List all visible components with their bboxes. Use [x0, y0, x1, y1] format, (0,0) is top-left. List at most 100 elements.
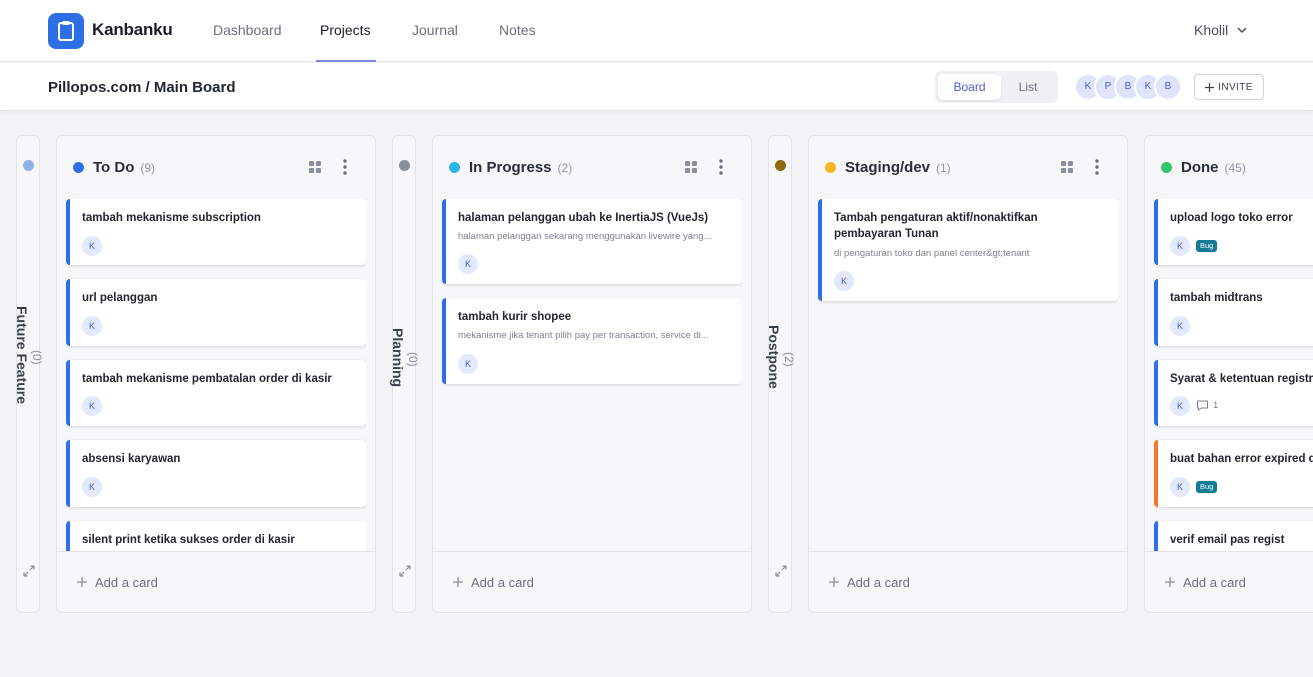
add-card-button[interactable]: Add a card: [57, 551, 375, 612]
add-card-label: Add a card: [1183, 574, 1246, 590]
top-navbar: Kanbanku Dashboard Projects Journal Note…: [0, 0, 1313, 62]
task-card[interactable]: buat bahan error expired dan K Bug: [1154, 440, 1313, 507]
task-card[interactable]: tambah midtrans K: [1154, 279, 1313, 346]
plus-icon: [1205, 82, 1215, 92]
plus-icon: [1165, 577, 1175, 587]
column-color-dot: [399, 160, 410, 171]
more-vertical-icon[interactable]: [342, 158, 348, 176]
add-card-button[interactable]: Add a card: [809, 551, 1127, 612]
task-card[interactable]: absensi karyawan K: [66, 440, 366, 507]
column-count: (2): [557, 161, 573, 175]
task-card[interactable]: tambah mekanisme pembatalan order di kas…: [66, 360, 366, 426]
drag-handle-icon[interactable]: [685, 161, 697, 173]
column-header: To Do (9): [93, 159, 155, 176]
task-card[interactable]: tambah kurir shopee mekanisme jika tenan…: [442, 298, 742, 384]
expand-icon[interactable]: [22, 564, 36, 578]
drag-handle-icon[interactable]: [1061, 161, 1073, 173]
task-card[interactable]: url pelanggan K: [66, 279, 366, 346]
nav-link-journal[interactable]: Journal: [412, 22, 458, 38]
bug-tag: Bug: [1196, 481, 1218, 493]
task-card[interactable]: upload logo toko error K Bug: [1154, 199, 1313, 265]
expand-icon[interactable]: [398, 564, 412, 578]
column-color-dot: [449, 162, 460, 173]
comment-icon: [1197, 400, 1208, 411]
card-list: tambah mekanisme subscription K url pela…: [66, 199, 366, 551]
card-title: tambah kurir shopee: [458, 311, 572, 323]
card-assignee-avatar: K: [1170, 316, 1190, 336]
column-header: Staging/dev (1): [845, 159, 951, 176]
chevron-down-icon: [1237, 27, 1247, 33]
view-board-button[interactable]: Board: [938, 74, 1001, 100]
active-nav-indicator: [316, 60, 376, 62]
user-name: Kholil: [1194, 22, 1229, 38]
card-assignee-avatar: K: [834, 271, 854, 291]
card-assignee-avatar: K: [82, 236, 102, 256]
invite-label: INVITE: [1218, 81, 1253, 93]
nav-link-projects[interactable]: Projects: [320, 22, 371, 38]
task-card[interactable]: halaman pelanggan ubah ke InertiaJS (Vue…: [442, 199, 742, 284]
column-count: (0): [406, 352, 420, 367]
task-card[interactable]: silent print ketika sukses order di kasi…: [66, 521, 366, 551]
app-logo-icon[interactable]: [48, 13, 84, 49]
column-planning-collapsed[interactable]: Planning (0): [390, 135, 420, 613]
card-assignee-avatar: K: [1170, 396, 1190, 416]
column-color-dot: [23, 160, 34, 171]
card-title: silent print ketika sukses order di kasi…: [82, 534, 295, 546]
add-card-button[interactable]: Add a card: [1145, 551, 1313, 612]
card-description: halaman pelanggan sekarang menggunakan l…: [458, 231, 712, 242]
plus-icon: [829, 577, 839, 587]
nav-link-notes[interactable]: Notes: [499, 22, 536, 38]
more-vertical-icon[interactable]: [718, 158, 724, 176]
bug-tag: Bug: [1196, 240, 1218, 252]
expand-icon[interactable]: [774, 564, 788, 578]
column-title: Future Feature: [14, 306, 30, 405]
card-title: verif email pas regist: [1170, 534, 1285, 546]
invite-button[interactable]: INVITE: [1194, 74, 1264, 100]
card-title: halaman pelanggan ubah ke InertiaJS (Vue…: [458, 212, 709, 224]
task-card[interactable]: Syarat & ketentuan registrasi K 1: [1154, 360, 1313, 426]
column-header: In Progress (2): [469, 159, 572, 176]
column-color-dot: [1161, 162, 1172, 173]
card-description: di pengaturan toko dan panel center&gt;t…: [834, 248, 1030, 259]
user-menu[interactable]: Kholil: [1194, 22, 1247, 38]
column-vertical-title: Postpone (2): [766, 325, 796, 389]
column-postpone-collapsed[interactable]: Postpone (2): [766, 135, 796, 613]
column-vertical-title: Planning (0): [390, 328, 420, 387]
task-card[interactable]: Tambah pengaturan aktif/nonaktifkan pemb…: [818, 199, 1118, 301]
more-vertical-icon[interactable]: [1094, 158, 1100, 176]
avatar[interactable]: B: [1154, 73, 1182, 101]
column-staging-dev: Staging/dev (1) Tambah pengaturan aktif/n…: [808, 135, 1128, 613]
column-title: Planning: [390, 328, 406, 388]
column-count: (0): [30, 349, 44, 365]
task-card[interactable]: tambah mekanisme subscription K: [66, 199, 366, 265]
add-card-label: Add a card: [95, 574, 158, 590]
card-title: upload logo toko error: [1170, 212, 1293, 224]
card-assignee-avatar: K: [1170, 477, 1190, 497]
view-list-button[interactable]: List: [1001, 74, 1055, 100]
card-title: absensi karyawan: [82, 453, 181, 465]
column-count: (1): [936, 161, 951, 175]
column-title: Staging/dev: [845, 159, 931, 176]
card-assignee-avatar: K: [82, 396, 102, 416]
column-title: Done: [1181, 159, 1219, 176]
column-header: Done (45): [1181, 159, 1246, 176]
task-card[interactable]: verif email pas regist: [1154, 521, 1313, 551]
nav-link-dashboard[interactable]: Dashboard: [213, 22, 282, 38]
column-count: (9): [140, 161, 156, 175]
card-title: tambah mekanisme pembatalan order di kas…: [82, 373, 332, 385]
card-comments: 1: [1196, 400, 1218, 411]
card-description: mekanisme jika tenant pilih pay per tran…: [458, 330, 709, 341]
brand-name[interactable]: Kanbanku: [92, 20, 173, 40]
column-future-feature-collapsed[interactable]: Future Feature (0): [14, 135, 44, 613]
card-title: tambah midtrans: [1170, 292, 1263, 304]
breadcrumb: Pillopos.com / Main Board: [48, 79, 236, 96]
card-title: buat bahan error expired dan: [1170, 453, 1313, 465]
drag-handle-icon[interactable]: [309, 161, 321, 173]
view-toggle: Board List: [935, 71, 1058, 103]
card-assignee-avatar: K: [458, 254, 478, 274]
add-card-label: Add a card: [847, 574, 910, 590]
card-title: Tambah pengaturan aktif/nonaktifkan pemb…: [834, 212, 1038, 240]
card-list: Tambah pengaturan aktif/nonaktifkan pemb…: [818, 199, 1118, 551]
card-list: halaman pelanggan ubah ke InertiaJS (Vue…: [442, 199, 742, 551]
add-card-button[interactable]: Add a card: [433, 551, 751, 612]
